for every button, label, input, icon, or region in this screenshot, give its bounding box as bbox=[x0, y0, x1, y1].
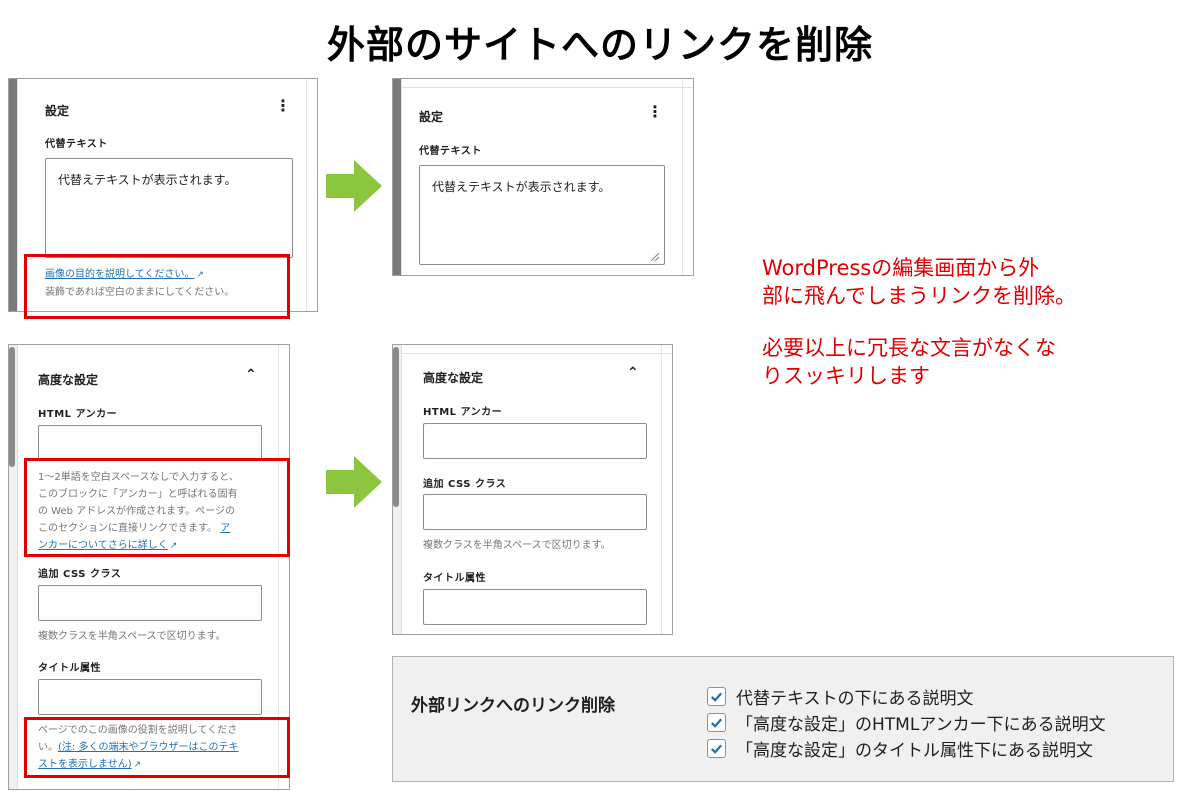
highlight-box-title-help bbox=[24, 717, 290, 778]
check-icon bbox=[711, 691, 723, 702]
html-anchor-input[interactable] bbox=[423, 423, 647, 459]
scrollbar-thumb[interactable] bbox=[393, 347, 399, 507]
option-title-attr[interactable]: 「高度な設定」のタイトル属性下にある説明文 bbox=[707, 735, 1106, 761]
title-attr-label: タイトル属性 bbox=[38, 663, 101, 674]
resize-handle[interactable] bbox=[651, 253, 659, 261]
chevron-up-icon[interactable]: ⌃ bbox=[627, 365, 639, 381]
check-icon bbox=[711, 743, 723, 754]
alt-text-textarea[interactable]: 代替えテキストが表示されます。 bbox=[419, 165, 665, 265]
scrollbar-thumb[interactable] bbox=[9, 347, 15, 467]
settings-heading: 設定 bbox=[45, 104, 70, 118]
title-attr-input[interactable] bbox=[423, 589, 647, 625]
page-title: 外部のサイトへのリンクを削除 bbox=[326, 23, 873, 67]
title-attr-input[interactable] bbox=[38, 679, 262, 715]
css-class-help: 複数クラスを半角スペースで区切ります。 bbox=[423, 540, 611, 551]
advanced-panel-after: 高度な設定 ⌃ HTML アンカー 追加 CSS クラス 複数クラスを半角スペー… bbox=[392, 344, 673, 635]
css-class-label: 追加 CSS クラス bbox=[423, 479, 507, 490]
option-label: 代替テキストの下にある説明文 bbox=[736, 688, 974, 709]
option-html-anchor[interactable]: 「高度な設定」のHTMLアンカー下にある説明文 bbox=[707, 709, 1106, 735]
chevron-up-icon[interactable]: ⌃ bbox=[245, 367, 257, 383]
options-panel: 外部リンクへのリンク削除 代替テキストの下にある説明文 「高度な設定」のHTML… bbox=[392, 656, 1174, 782]
settings-heading: 設定 bbox=[419, 110, 444, 124]
css-class-help: 複数クラスを半角スペースで区切ります。 bbox=[38, 631, 226, 642]
panel-scrollbar[interactable] bbox=[9, 79, 17, 311]
option-label: 「高度な設定」のタイトル属性下にある説明文 bbox=[736, 740, 1093, 761]
checkbox[interactable] bbox=[707, 738, 726, 758]
html-anchor-input[interactable] bbox=[38, 425, 262, 461]
options-title: 外部リンクへのリンク削除 bbox=[411, 696, 615, 716]
css-class-input[interactable] bbox=[423, 494, 647, 530]
css-class-label: 追加 CSS クラス bbox=[38, 569, 122, 580]
checkbox[interactable] bbox=[707, 686, 726, 706]
title-attr-label: タイトル属性 bbox=[423, 573, 486, 584]
explanation-note: WordPressの編集画面から外 部に飛んでしまうリンクを削除。 必要以上に冗… bbox=[762, 256, 1076, 388]
highlight-box-alt-help bbox=[24, 254, 290, 319]
html-anchor-label: HTML アンカー bbox=[38, 409, 118, 420]
checkbox[interactable] bbox=[707, 712, 726, 732]
more-vertical-icon[interactable]: ⋮ bbox=[275, 98, 291, 114]
options-list: 代替テキストの下にある説明文 「高度な設定」のHTMLアンカー下にある説明文 「… bbox=[707, 683, 1106, 761]
panel-scrollbar[interactable] bbox=[393, 79, 401, 275]
alt-text-label: 代替テキスト bbox=[45, 139, 108, 150]
settings-panel-after: 設定 ⋮ 代替テキスト 代替えテキストが表示されます。 bbox=[392, 78, 694, 276]
css-class-input[interactable] bbox=[38, 585, 262, 621]
more-vertical-icon[interactable]: ⋮ bbox=[647, 104, 663, 120]
option-label: 「高度な設定」のHTMLアンカー下にある説明文 bbox=[736, 714, 1106, 735]
advanced-heading: 高度な設定 bbox=[38, 373, 99, 387]
arrow-right-icon bbox=[326, 456, 382, 508]
option-alt-text[interactable]: 代替テキストの下にある説明文 bbox=[707, 683, 1106, 709]
html-anchor-label: HTML アンカー bbox=[423, 407, 503, 418]
advanced-heading: 高度な設定 bbox=[423, 371, 484, 385]
alt-text-label: 代替テキスト bbox=[419, 146, 482, 157]
highlight-box-anchor-help bbox=[24, 458, 290, 557]
arrow-right-icon bbox=[326, 160, 382, 212]
alt-text-textarea[interactable]: 代替えテキストが表示されます。 bbox=[45, 158, 293, 258]
check-icon bbox=[711, 717, 723, 728]
